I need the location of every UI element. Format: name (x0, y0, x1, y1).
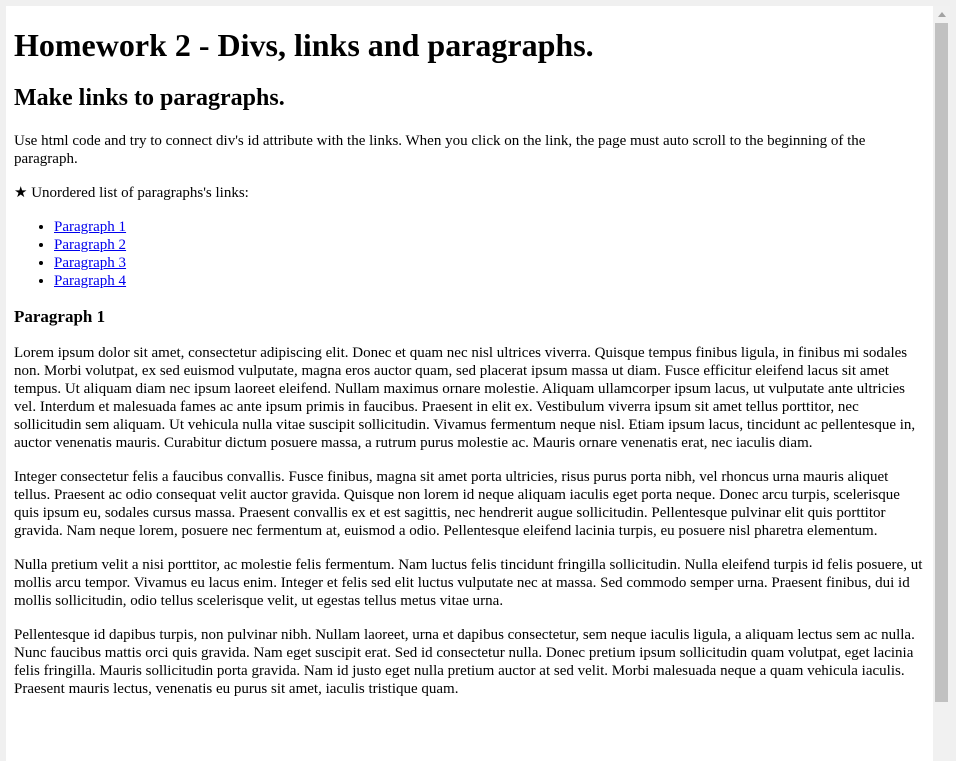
list-item: Paragraph 2 (54, 236, 925, 254)
link-paragraph-4[interactable]: Paragraph 4 (54, 273, 126, 289)
paragraph-links-list: Paragraph 1 Paragraph 2 Paragraph 3 Para… (14, 218, 925, 290)
page-viewport[interactable]: Homework 2 - Divs, links and paragraphs.… (6, 6, 933, 761)
body-paragraph-2: Integer consectetur felis a faucibus con… (14, 469, 900, 539)
section-paragraph-1: Paragraph 1 Lorem ipsum dolor sit amet, … (14, 307, 925, 698)
list-item: Paragraph 4 (54, 272, 925, 290)
link-paragraph-1[interactable]: Paragraph 1 (54, 219, 126, 235)
page-title: Homework 2 - Divs, links and paragraphs. (14, 27, 594, 63)
vertical-scrollbar[interactable] (933, 6, 950, 761)
list-item: Paragraph 1 (54, 218, 925, 236)
instructions-text: Use html code and try to connect div's i… (14, 133, 866, 167)
link-paragraph-3[interactable]: Paragraph 3 (54, 255, 126, 271)
page-subtitle: Make links to paragraphs. (14, 85, 285, 111)
section-heading: Paragraph 1 (14, 307, 106, 326)
list-item: Paragraph 3 (54, 254, 925, 272)
body-paragraph-4: Pellentesque id dapibus turpis, non pulv… (14, 627, 915, 697)
document-body: Homework 2 - Divs, links and paragraphs.… (6, 27, 933, 698)
body-paragraph-3: Nulla pretium velit a nisi porttitor, ac… (14, 557, 923, 609)
list-intro-text: ★ Unordered list of paragraphs's links: (14, 185, 249, 201)
link-paragraph-2[interactable]: Paragraph 2 (54, 237, 126, 253)
scroll-up-arrow-icon[interactable] (933, 6, 950, 23)
scrollbar-thumb[interactable] (935, 23, 948, 702)
body-paragraph-1: Lorem ipsum dolor sit amet, consectetur … (14, 345, 916, 451)
